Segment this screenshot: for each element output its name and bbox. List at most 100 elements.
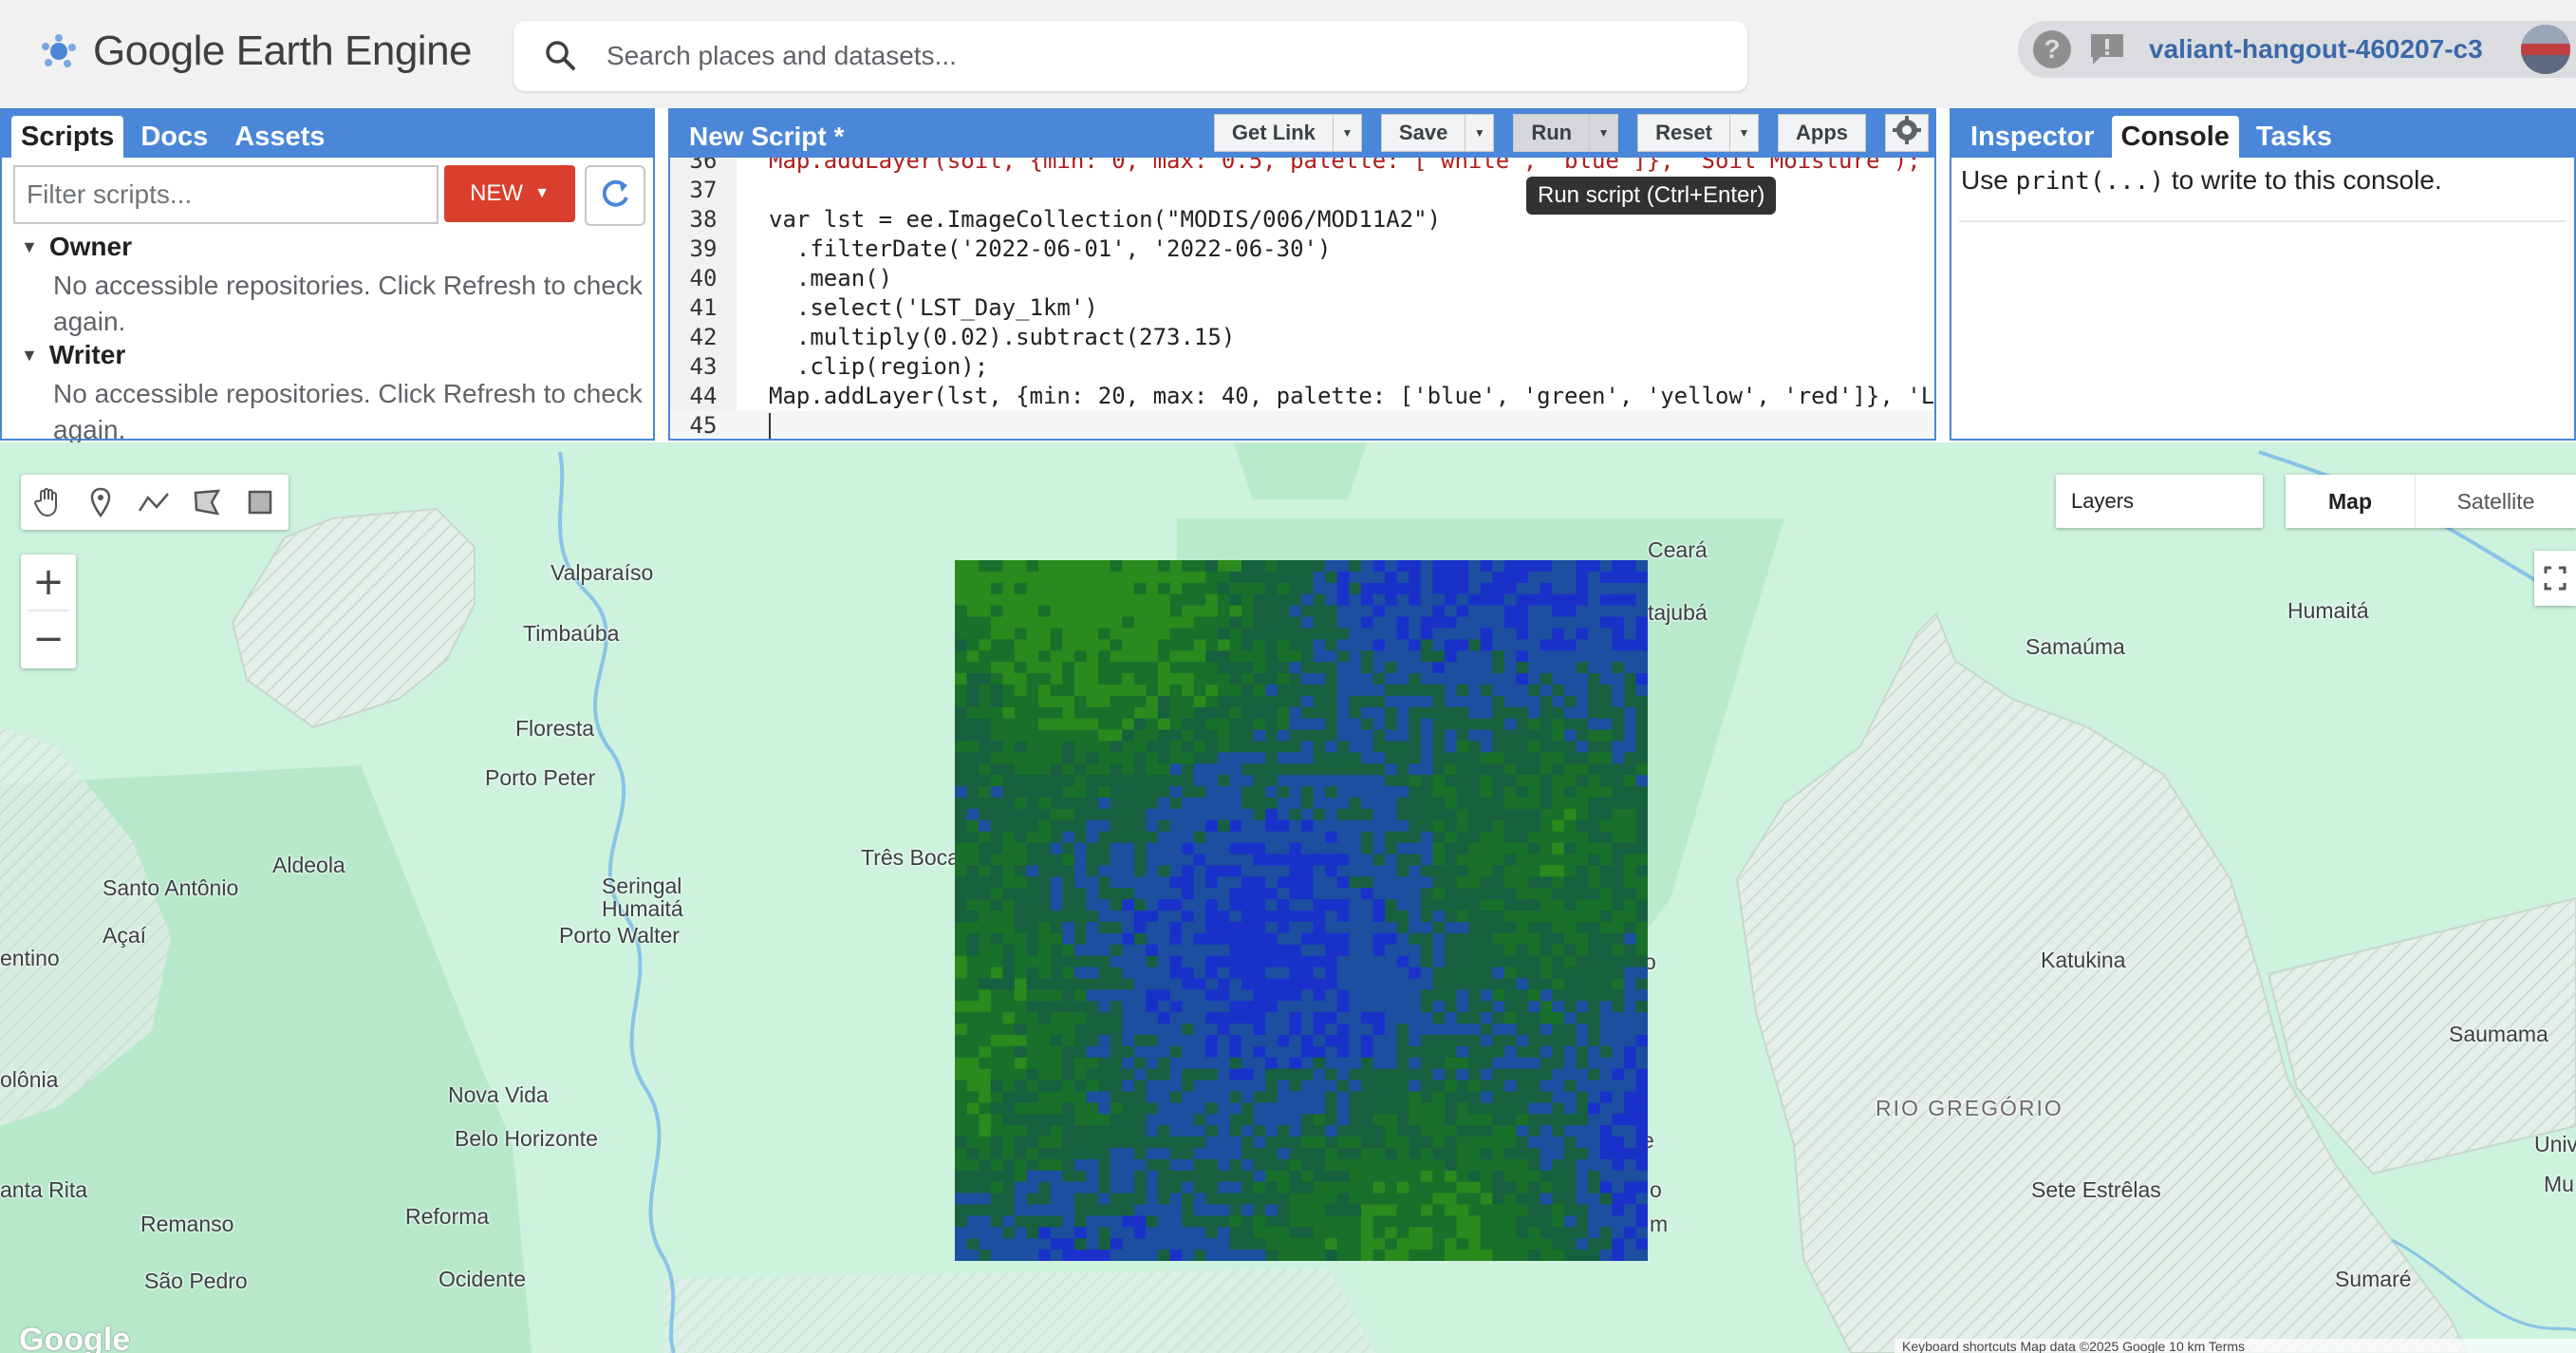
gear-icon <box>1892 115 1922 151</box>
filter-scripts-input[interactable] <box>13 165 439 224</box>
search-icon <box>542 37 580 75</box>
save-button[interactable]: Save <box>1380 114 1466 152</box>
expand-triangle-icon: ▼ <box>21 345 38 365</box>
dropdown-arrow-icon: ▼ <box>534 185 550 201</box>
earth-engine-logo-icon <box>38 30 80 72</box>
layers-button[interactable]: Layers <box>2056 475 2263 528</box>
place-label: Porto Peter <box>485 765 596 790</box>
zoom-out-button[interactable]: − <box>21 611 76 667</box>
add-marker-icon[interactable] <box>74 475 127 530</box>
dropdown-arrow-icon: ▼ <box>1597 126 1610 140</box>
draw-rectangle-icon[interactable] <box>233 475 287 530</box>
place-label: Ocidente <box>439 1267 527 1291</box>
place-label: Santo Antônio <box>103 875 239 900</box>
owner-title: Owner <box>48 232 132 261</box>
place-label: o <box>1650 1177 1662 1202</box>
map-type-satellite[interactable]: Satellite <box>2415 475 2576 528</box>
map-attribution[interactable]: Keyboard shortcuts Map data ©2025 Google… <box>1895 1339 2576 1353</box>
place-label: Porto Walter <box>559 923 680 948</box>
writer-section-toggle[interactable]: ▼ Writer <box>21 340 125 370</box>
app-logo[interactable]: Google Earth Engine <box>38 23 473 80</box>
right-tabbar: Inspector Console Tasks <box>1951 110 2574 158</box>
new-script-button[interactable]: NEW ▼ <box>444 165 575 222</box>
expand-triangle-icon: ▼ <box>21 236 38 256</box>
pan-hand-icon[interactable] <box>21 475 74 530</box>
place-label: Belo Horizonte <box>455 1126 598 1151</box>
help-icon[interactable]: ? <box>2031 28 2073 70</box>
dropdown-arrow-icon: ▼ <box>1341 126 1353 140</box>
text-cursor <box>769 413 771 439</box>
refresh-icon <box>596 175 634 217</box>
app-title: Google Earth Engine <box>93 28 473 74</box>
earth-engine-app: Google Earth Engine ? valiant-hangout-46… <box>0 0 2576 1353</box>
map-type-control: Map Satellite <box>2286 475 2576 528</box>
draw-polygon-icon[interactable] <box>180 475 233 530</box>
place-label: Sete Estrêlas <box>2031 1177 2161 1202</box>
zoom-control: + − <box>21 554 76 668</box>
dropdown-arrow-icon: ▼ <box>1738 126 1750 140</box>
owner-note: No accessible repositories. Click Refres… <box>53 271 643 336</box>
place-label: Samaúma <box>2025 634 2125 659</box>
place-label: Floresta <box>515 716 595 741</box>
reset-button[interactable]: Reset <box>1637 114 1730 152</box>
top-header: Google Earth Engine ? valiant-hangout-46… <box>0 0 2576 108</box>
run-dropdown[interactable]: ▼ <box>1590 114 1619 152</box>
run-button[interactable]: Run <box>1513 114 1591 152</box>
draw-line-icon[interactable] <box>127 475 180 530</box>
console-hint: Use print(...) to write to this console. <box>1961 165 2442 196</box>
tab-tasks[interactable]: Tasks <box>2247 116 2342 158</box>
editor-toolbar: Get Link ▼ Save ▼ Run ▼ Reset ▼ Apps <box>1213 114 1934 154</box>
region-label: RIO GREGÓRIO <box>1876 1096 2063 1120</box>
place-label: entino <box>0 946 60 970</box>
reset-dropdown[interactable]: ▼ <box>1730 114 1759 152</box>
fullscreen-icon <box>2534 566 2576 610</box>
place-label: tajubá <box>1648 600 1708 625</box>
new-button-label: NEW <box>470 180 524 206</box>
refresh-button[interactable] <box>585 165 645 226</box>
settings-button[interactable] <box>1885 114 1929 152</box>
code-editor-panel: New Script * Get Link ▼ Save ▼ Run ▼ Res… <box>668 108 1936 441</box>
place-label: Humaitá <box>2287 598 2369 623</box>
place-label: Aldeola <box>272 853 345 877</box>
place-label: Valparaíso <box>551 560 654 585</box>
place-label: São Pedro <box>144 1268 248 1293</box>
place-label: m <box>1650 1212 1669 1236</box>
tab-console[interactable]: Console <box>2111 116 2239 158</box>
zoom-in-button[interactable]: + <box>21 554 76 610</box>
get-link-dropdown[interactable]: ▼ <box>1333 114 1362 152</box>
search-input[interactable] <box>607 41 1651 71</box>
save-dropdown[interactable]: ▼ <box>1465 114 1495 152</box>
owner-section-toggle[interactable]: ▼ Owner <box>21 232 132 262</box>
place-label: Sumaré <box>2335 1267 2412 1291</box>
place-label: Ceará <box>1648 537 1708 562</box>
feedback-icon[interactable] <box>2086 28 2128 70</box>
code-line-active: 45 <box>670 411 1934 439</box>
place-label: Três Boca <box>861 845 960 870</box>
scripts-panel: Scripts Docs Assets NEW ▼ ▼ Owner No acc… <box>0 108 655 444</box>
writer-note: No accessible repositories. Click Refres… <box>53 379 643 444</box>
tab-assets[interactable]: Assets <box>225 116 334 158</box>
place-label: Seringal <box>602 874 682 898</box>
tab-scripts[interactable]: Scripts <box>11 116 124 158</box>
google-logo: Google <box>19 1322 131 1353</box>
user-avatar[interactable] <box>2521 25 2570 74</box>
fullscreen-button[interactable] <box>2534 551 2576 606</box>
get-link-button[interactable]: Get Link <box>1213 114 1334 152</box>
writer-title: Writer <box>48 340 126 369</box>
map-canvas[interactable]: Valparaíso Timbaúba Floresta Porto Peter… <box>0 442 2576 1353</box>
apps-button[interactable]: Apps <box>1778 114 1866 152</box>
account-bar: ? valiant-hangout-460207-c3 <box>2018 21 2576 78</box>
console-panel: Inspector Console Tasks Use print(...) t… <box>1950 108 2576 441</box>
place-label: olônia <box>0 1067 59 1092</box>
place-label: Saumama <box>2449 1022 2548 1046</box>
place-label: Timbaúba <box>523 621 620 646</box>
place-label: Nova Vida <box>448 1082 549 1107</box>
search-bar[interactable] <box>513 21 1747 91</box>
tab-inspector[interactable]: Inspector <box>1961 116 2104 158</box>
svg-text:?: ? <box>2044 34 2060 64</box>
project-selector[interactable]: valiant-hangout-460207-c3 <box>2149 34 2483 65</box>
drawing-toolbar <box>21 475 289 530</box>
map-type-map[interactable]: Map <box>2286 475 2415 528</box>
place-label: Univ <box>2534 1132 2576 1156</box>
tab-docs[interactable]: Docs <box>131 116 217 158</box>
